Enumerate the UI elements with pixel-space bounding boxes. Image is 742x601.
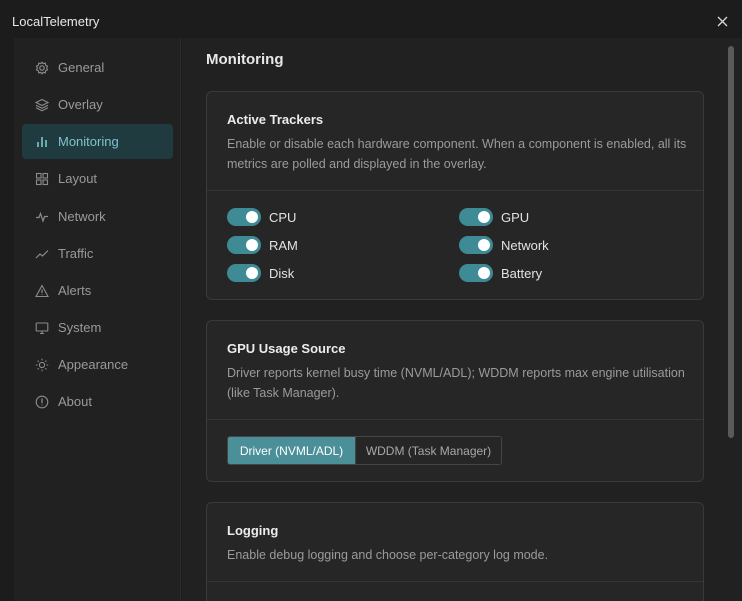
sidebar-item-network[interactable]: Network bbox=[22, 199, 173, 234]
monitor-icon bbox=[34, 320, 50, 336]
toggle-label: Network bbox=[501, 237, 549, 253]
active-trackers-card: Active Trackers Enable or disable each h… bbox=[206, 91, 704, 300]
tracker-toggle-cpu[interactable]: CPU bbox=[227, 208, 296, 226]
scrollbar[interactable] bbox=[726, 42, 736, 597]
bar-chart-icon bbox=[34, 134, 50, 150]
sun-icon bbox=[34, 357, 50, 373]
card-description: Driver reports kernel busy time (NVML/AD… bbox=[227, 366, 685, 400]
option-wddm[interactable]: WDDM (Task Manager) bbox=[355, 437, 501, 464]
toggle-switch[interactable] bbox=[459, 236, 493, 254]
gear-icon bbox=[34, 60, 50, 76]
sidebar-item-label: Alerts bbox=[58, 283, 92, 298]
scrollbar-thumb[interactable] bbox=[728, 46, 734, 438]
sidebar-item-label: Appearance bbox=[58, 357, 129, 372]
tracker-toggle-gpu[interactable]: GPU bbox=[459, 208, 529, 226]
option-driver[interactable]: Driver (NVML/ADL) bbox=[228, 437, 355, 464]
divider bbox=[207, 581, 703, 582]
toggle-switch[interactable] bbox=[227, 264, 261, 282]
toggle-switch[interactable] bbox=[459, 264, 493, 282]
card-title: Logging bbox=[227, 523, 279, 538]
warning-icon bbox=[34, 283, 50, 299]
sidebar-item-about[interactable]: About bbox=[22, 384, 173, 419]
tracker-toggle-battery[interactable]: Battery bbox=[459, 264, 542, 282]
toggle-knob bbox=[246, 239, 258, 251]
sidebar-item-appearance[interactable]: Appearance bbox=[22, 347, 173, 382]
toggle-knob bbox=[478, 267, 490, 279]
card-description: Enable or disable each hardware componen… bbox=[227, 137, 687, 171]
sidebar-item-label: System bbox=[58, 320, 102, 335]
toggle-knob bbox=[478, 239, 490, 251]
toggle-knob bbox=[246, 267, 258, 279]
toggle-label: Disk bbox=[269, 265, 295, 281]
title-bar: LocalTelemetry bbox=[0, 0, 742, 38]
sidebar-item-label: Layout bbox=[58, 171, 98, 186]
trend-icon bbox=[34, 246, 50, 262]
info-icon bbox=[34, 394, 50, 410]
sidebar-item-general[interactable]: General bbox=[22, 50, 173, 85]
tracker-toggle-network[interactable]: Network bbox=[459, 236, 549, 254]
toggle-switch[interactable] bbox=[227, 208, 261, 226]
card-title: Active Trackers bbox=[227, 112, 324, 127]
toggle-label: GPU bbox=[501, 209, 530, 225]
sidebar-item-traffic[interactable]: Traffic bbox=[22, 236, 173, 271]
sidebar-item-label: Traffic bbox=[58, 246, 94, 261]
sidebar-item-layout[interactable]: Layout bbox=[22, 161, 173, 196]
close-button[interactable] bbox=[712, 11, 732, 31]
grid-icon bbox=[34, 171, 50, 187]
app-title: LocalTelemetry bbox=[12, 14, 100, 29]
pulse-icon bbox=[34, 209, 50, 225]
sidebar-item-alerts[interactable]: Alerts bbox=[22, 273, 173, 308]
divider bbox=[207, 190, 703, 191]
gpu-source-selector: Driver (NVML/ADL) WDDM (Task Manager) bbox=[227, 436, 502, 465]
card-description: Enable debug logging and choose per-cate… bbox=[227, 548, 549, 562]
sidebar-item-label: Monitoring bbox=[58, 134, 119, 149]
close-icon bbox=[717, 16, 727, 26]
toggle-switch[interactable] bbox=[227, 236, 261, 254]
layers-icon bbox=[34, 97, 50, 113]
toggle-knob bbox=[246, 211, 258, 223]
sidebar-item-label: General bbox=[58, 60, 105, 75]
toggle-label: RAM bbox=[269, 237, 298, 253]
toggle-switch[interactable] bbox=[459, 208, 493, 226]
toggle-label: Battery bbox=[501, 265, 543, 281]
sidebar-item-overlay[interactable]: Overlay bbox=[22, 87, 173, 122]
tracker-toggle-disk[interactable]: Disk bbox=[227, 264, 294, 282]
sidebar-item-monitoring[interactable]: Monitoring bbox=[22, 124, 173, 159]
sidebar-item-system[interactable]: System bbox=[22, 310, 173, 345]
logging-card: Logging Enable debug logging and choose … bbox=[206, 502, 704, 601]
toggle-label: CPU bbox=[269, 209, 297, 225]
gpu-usage-source-card: GPU Usage Source Driver reports kernel b… bbox=[206, 320, 704, 482]
page-title: Monitoring bbox=[206, 51, 284, 68]
sidebar: General Overlay Monitoring Layout Networ… bbox=[14, 38, 181, 601]
main-panel: Monitoring Active Trackers Enable or dis… bbox=[182, 38, 742, 601]
sidebar-item-label: Overlay bbox=[58, 97, 103, 112]
card-title: GPU Usage Source bbox=[227, 341, 346, 356]
sidebar-item-label: Network bbox=[58, 209, 106, 224]
tracker-toggle-ram[interactable]: RAM bbox=[227, 236, 298, 254]
divider bbox=[207, 419, 703, 420]
toggle-knob bbox=[478, 211, 490, 223]
sidebar-item-label: About bbox=[58, 394, 92, 409]
